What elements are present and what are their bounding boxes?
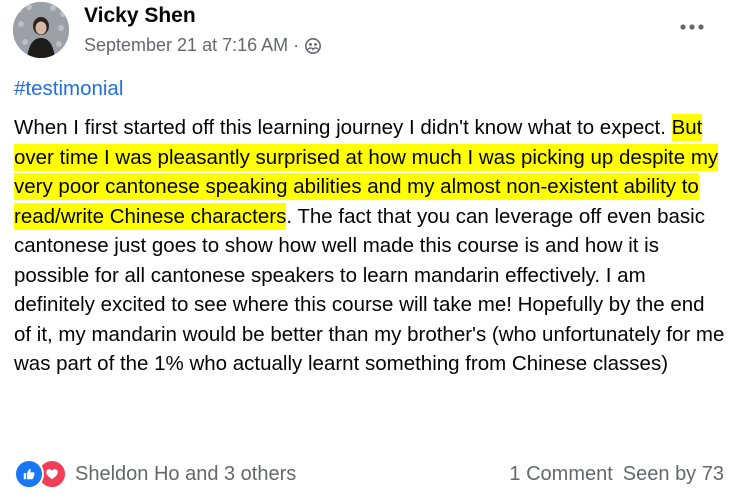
post-meta: September 21 at 7:16 AM · (84, 35, 322, 56)
hashtag-link[interactable]: #testimonial (14, 77, 123, 101)
more-options-icon (680, 24, 704, 30)
avatar[interactable] (13, 2, 69, 58)
author-name[interactable]: Vicky Shen (84, 4, 196, 28)
reactors-link[interactable]: Sheldon Ho and 3 others (75, 463, 296, 486)
post-footer: Sheldon Ho and 3 others 1 Comment Seen b… (14, 458, 726, 490)
more-options-button[interactable] (677, 15, 707, 39)
post-timestamp[interactable]: September 21 at 7:16 AM (84, 35, 288, 56)
friends-icon[interactable] (304, 37, 322, 55)
comments-count-link[interactable]: 1 Comment (509, 463, 612, 486)
reaction-icons[interactable] (14, 459, 67, 489)
post-text: When I first started off this learning j… (14, 113, 726, 379)
post-text-rest: . The fact that you can leverage off eve… (14, 204, 725, 376)
facebook-post: Vicky Shen September 21 at 7:16 AM · #te… (0, 0, 737, 500)
post-stats: 1 Comment Seen by 73 (509, 463, 724, 486)
post-text-intro: When I first started off this learning j… (14, 116, 672, 139)
like-icon (14, 459, 44, 489)
avatar-photo (13, 2, 69, 58)
seen-by-link[interactable]: Seen by 73 (623, 463, 724, 486)
meta-separator: · (293, 35, 300, 55)
